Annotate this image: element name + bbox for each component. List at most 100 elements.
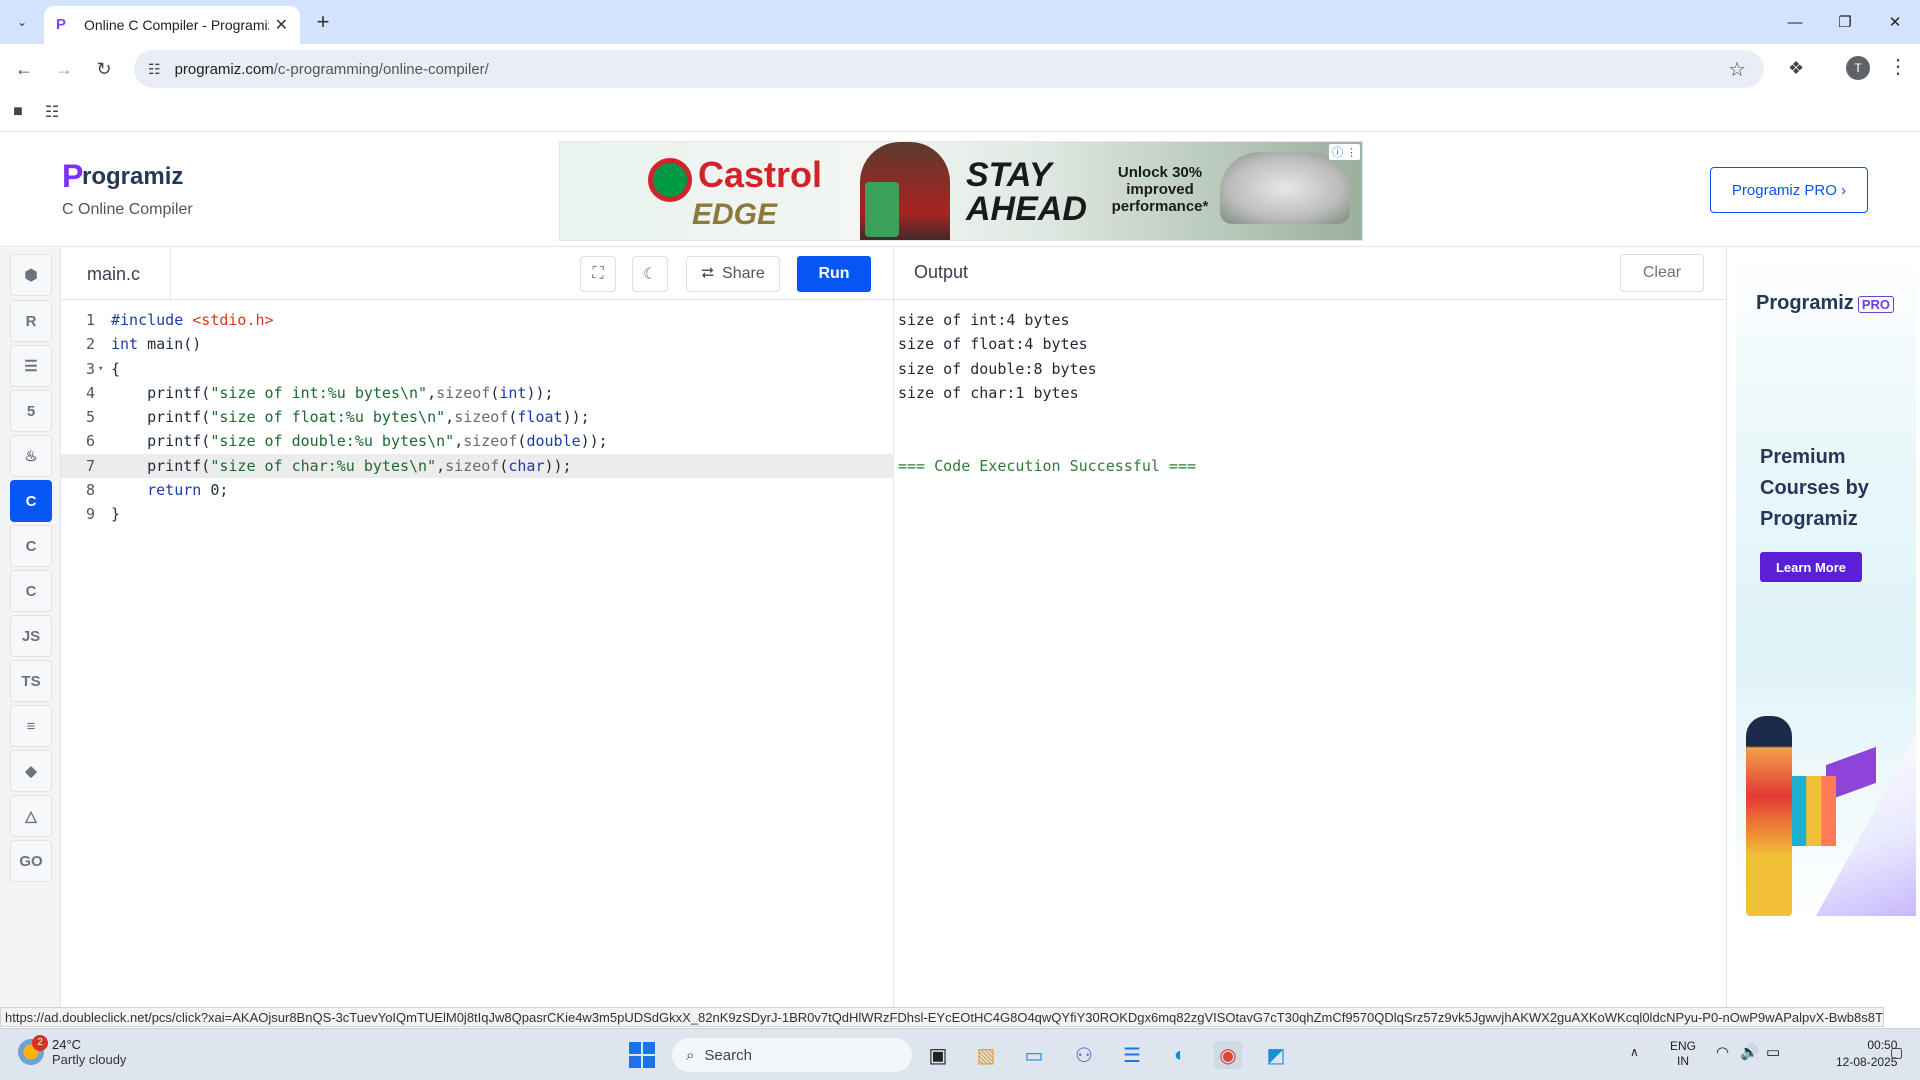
side-ad[interactable]: Programiz PRO Premium Courses by Programi…	[1736, 256, 1916, 920]
address-bar[interactable]: ☷ programiz.com/c-programming/online-com…	[134, 50, 1764, 88]
forward-icon[interactable]: →	[50, 55, 78, 83]
castrol-logo-icon	[648, 158, 692, 202]
status-url-bar: https://ad.doubleclick.net/pcs/click?xai…	[0, 1007, 1884, 1027]
logo-text: rogramiz	[82, 163, 184, 190]
volume-icon[interactable]: 🔊	[1740, 1045, 1759, 1060]
taskbar-search[interactable]: ⌕ Search	[672, 1038, 912, 1072]
close-window-icon[interactable]: ✕	[1870, 0, 1920, 44]
language-c-icon[interactable]: C	[10, 480, 52, 522]
minimize-icon[interactable]: —	[1770, 0, 1820, 44]
fold-arrow-icon[interactable]: ▾	[98, 357, 103, 381]
code-line[interactable]: 3 ▾ {	[61, 357, 894, 381]
dark-mode-icon[interactable]: ☾	[632, 256, 668, 292]
back-icon[interactable]: ←	[10, 55, 38, 83]
close-tab-icon[interactable]: ✕	[275, 15, 288, 35]
restore-icon[interactable]: ❐	[1820, 0, 1870, 44]
new-tab-button[interactable]: +	[310, 10, 336, 36]
extensions-icon[interactable]: ❖	[1788, 58, 1804, 79]
language-kotlin-icon[interactable]: ≡	[10, 705, 52, 747]
code-line[interactable]: 8 return 0;	[61, 478, 894, 502]
language-js-icon[interactable]: JS	[10, 615, 52, 657]
code-text: #include <stdio.h>	[111, 311, 274, 329]
ad-unlock-text: Unlock 30% improved performance*	[1111, 164, 1209, 215]
code-line[interactable]: 2 int main()	[61, 332, 894, 356]
temperature: 24°C	[52, 1037, 82, 1052]
show-hidden-icons[interactable]: ∧	[1630, 1045, 1639, 1060]
code-line[interactable]: 1 #include <stdio.h>	[61, 308, 894, 332]
bookmark-star-icon[interactable]: ☆	[1728, 57, 1746, 82]
language-python-icon[interactable]: ⬢	[10, 254, 52, 296]
tab-square-icon[interactable]: ■	[8, 102, 28, 122]
task-view-icon[interactable]: ▣	[924, 1041, 952, 1069]
notepad-icon[interactable]: ☰	[1118, 1041, 1146, 1069]
language-go-icon[interactable]: GO	[10, 840, 52, 882]
line-number: 7	[85, 456, 95, 475]
share-icon: ⮂	[701, 265, 715, 282]
language-swift-icon[interactable]: ◆	[10, 750, 52, 792]
language-csharp-icon[interactable]: C	[10, 570, 52, 612]
bookmarks-bar: ■ ☷	[0, 94, 1920, 132]
person-illustration	[1746, 716, 1792, 916]
chrome-icon[interactable]: ◉	[1214, 1041, 1242, 1069]
run-button[interactable]: Run	[797, 256, 871, 292]
learn-more-button[interactable]: Learn More	[1760, 552, 1862, 582]
language-rust-icon[interactable]: △	[10, 795, 52, 837]
language-indicator[interactable]: ENG IN	[1670, 1039, 1696, 1069]
programiz-logo[interactable]: P rogramiz	[62, 158, 184, 194]
system-clock[interactable]: 00:50 12-08-2025	[1836, 1037, 1897, 1071]
browser-toolbar: ← → ↻ ☷ programiz.com/c-programming/onli…	[0, 44, 1920, 94]
programiz-pro-button[interactable]: Programiz PRO ›	[1710, 167, 1868, 213]
clear-button[interactable]: Clear	[1620, 254, 1704, 292]
desktop-app-icon[interactable]: ▭	[1020, 1041, 1048, 1069]
code-editor[interactable]: 1 #include <stdio.h> 2 int main() 3 ▾ {4 print…	[61, 308, 894, 527]
photos-app-icon[interactable]: ◩	[1262, 1041, 1290, 1069]
code-line[interactable]: 7 printf("size of char:%u bytes\n",sizeo…	[61, 453, 894, 479]
language-cpp-icon[interactable]: C	[10, 525, 52, 567]
ad-bottle-image	[865, 182, 899, 237]
wifi-icon[interactable]: ◠	[1716, 1045, 1729, 1060]
reload-icon[interactable]: ↻	[90, 55, 118, 83]
code-text: printf("size of char:%u bytes\n",sizeof(…	[111, 456, 572, 475]
share-button[interactable]: ⮂ Share	[686, 256, 780, 292]
language-html-icon[interactable]: 5	[10, 390, 52, 432]
url-path: /c-programming/online-compiler/	[273, 60, 489, 78]
clock-time: 00:50	[1867, 1038, 1898, 1052]
ad-choices-icon[interactable]: ⓘ ⋮	[1328, 144, 1360, 160]
share-label: Share	[722, 265, 765, 282]
fullscreen-icon[interactable]: ⛶	[580, 256, 616, 292]
tab-search-icon[interactable]: ⌄	[8, 8, 36, 36]
ad-banner[interactable]: Castrol EDGE STAY AHEAD Unlock 30% impro…	[559, 141, 1363, 241]
language-ts-icon[interactable]: TS	[10, 660, 52, 702]
edge-icon[interactable]: ◐	[1166, 1041, 1194, 1069]
code-line[interactable]: 5 printf("size of float:%u bytes\n",size…	[61, 405, 894, 429]
language-r-icon[interactable]: R	[10, 300, 52, 342]
code-text: printf("size of int:%u bytes\n",sizeof(i…	[111, 383, 554, 402]
start-icon[interactable]	[628, 1041, 656, 1069]
file-tab[interactable]: main.c	[61, 248, 171, 300]
logo-mark-icon: P	[62, 158, 84, 194]
weather-description: Partly cloudy	[52, 1052, 127, 1067]
code-line[interactable]: 4 printf("size of int:%u bytes\n",sizeof…	[61, 381, 894, 405]
line-number: 2	[85, 335, 95, 354]
browser-menu-icon[interactable]: ⋮	[1888, 54, 1908, 79]
profile-avatar[interactable]: T	[1846, 56, 1870, 80]
output-line: === Code Execution Successful ===	[898, 456, 1197, 475]
battery-icon[interactable]: ▭	[1766, 1045, 1780, 1060]
weather-widget[interactable]: 2 24°C Partly cloudy	[18, 1035, 127, 1067]
teams-icon[interactable]: ⚇	[1070, 1041, 1098, 1069]
notifications-icon[interactable]: ▢	[1890, 1045, 1903, 1060]
language-java-icon[interactable]: ♨	[10, 435, 52, 477]
apps-grid-icon[interactable]: ☷	[42, 102, 62, 122]
code-text: int main()	[111, 335, 202, 354]
code-line[interactable]: 6 printf("size of double:%u bytes\n",siz…	[61, 429, 894, 453]
output-title: Output	[914, 262, 969, 282]
books-illustration	[1786, 776, 1836, 846]
gallery-app-icon[interactable]: ▧	[972, 1041, 1000, 1069]
language-sql-icon[interactable]: ☰	[10, 345, 52, 387]
ad-slogan: STAY AHEAD	[966, 158, 1087, 226]
browser-tab[interactable]: P Online C Compiler - Programiz ✕	[44, 6, 300, 44]
site-settings-icon[interactable]: ☷	[148, 61, 161, 78]
code-line[interactable]: 9}	[61, 502, 894, 526]
side-ad-pro-tag: PRO	[1857, 296, 1894, 313]
